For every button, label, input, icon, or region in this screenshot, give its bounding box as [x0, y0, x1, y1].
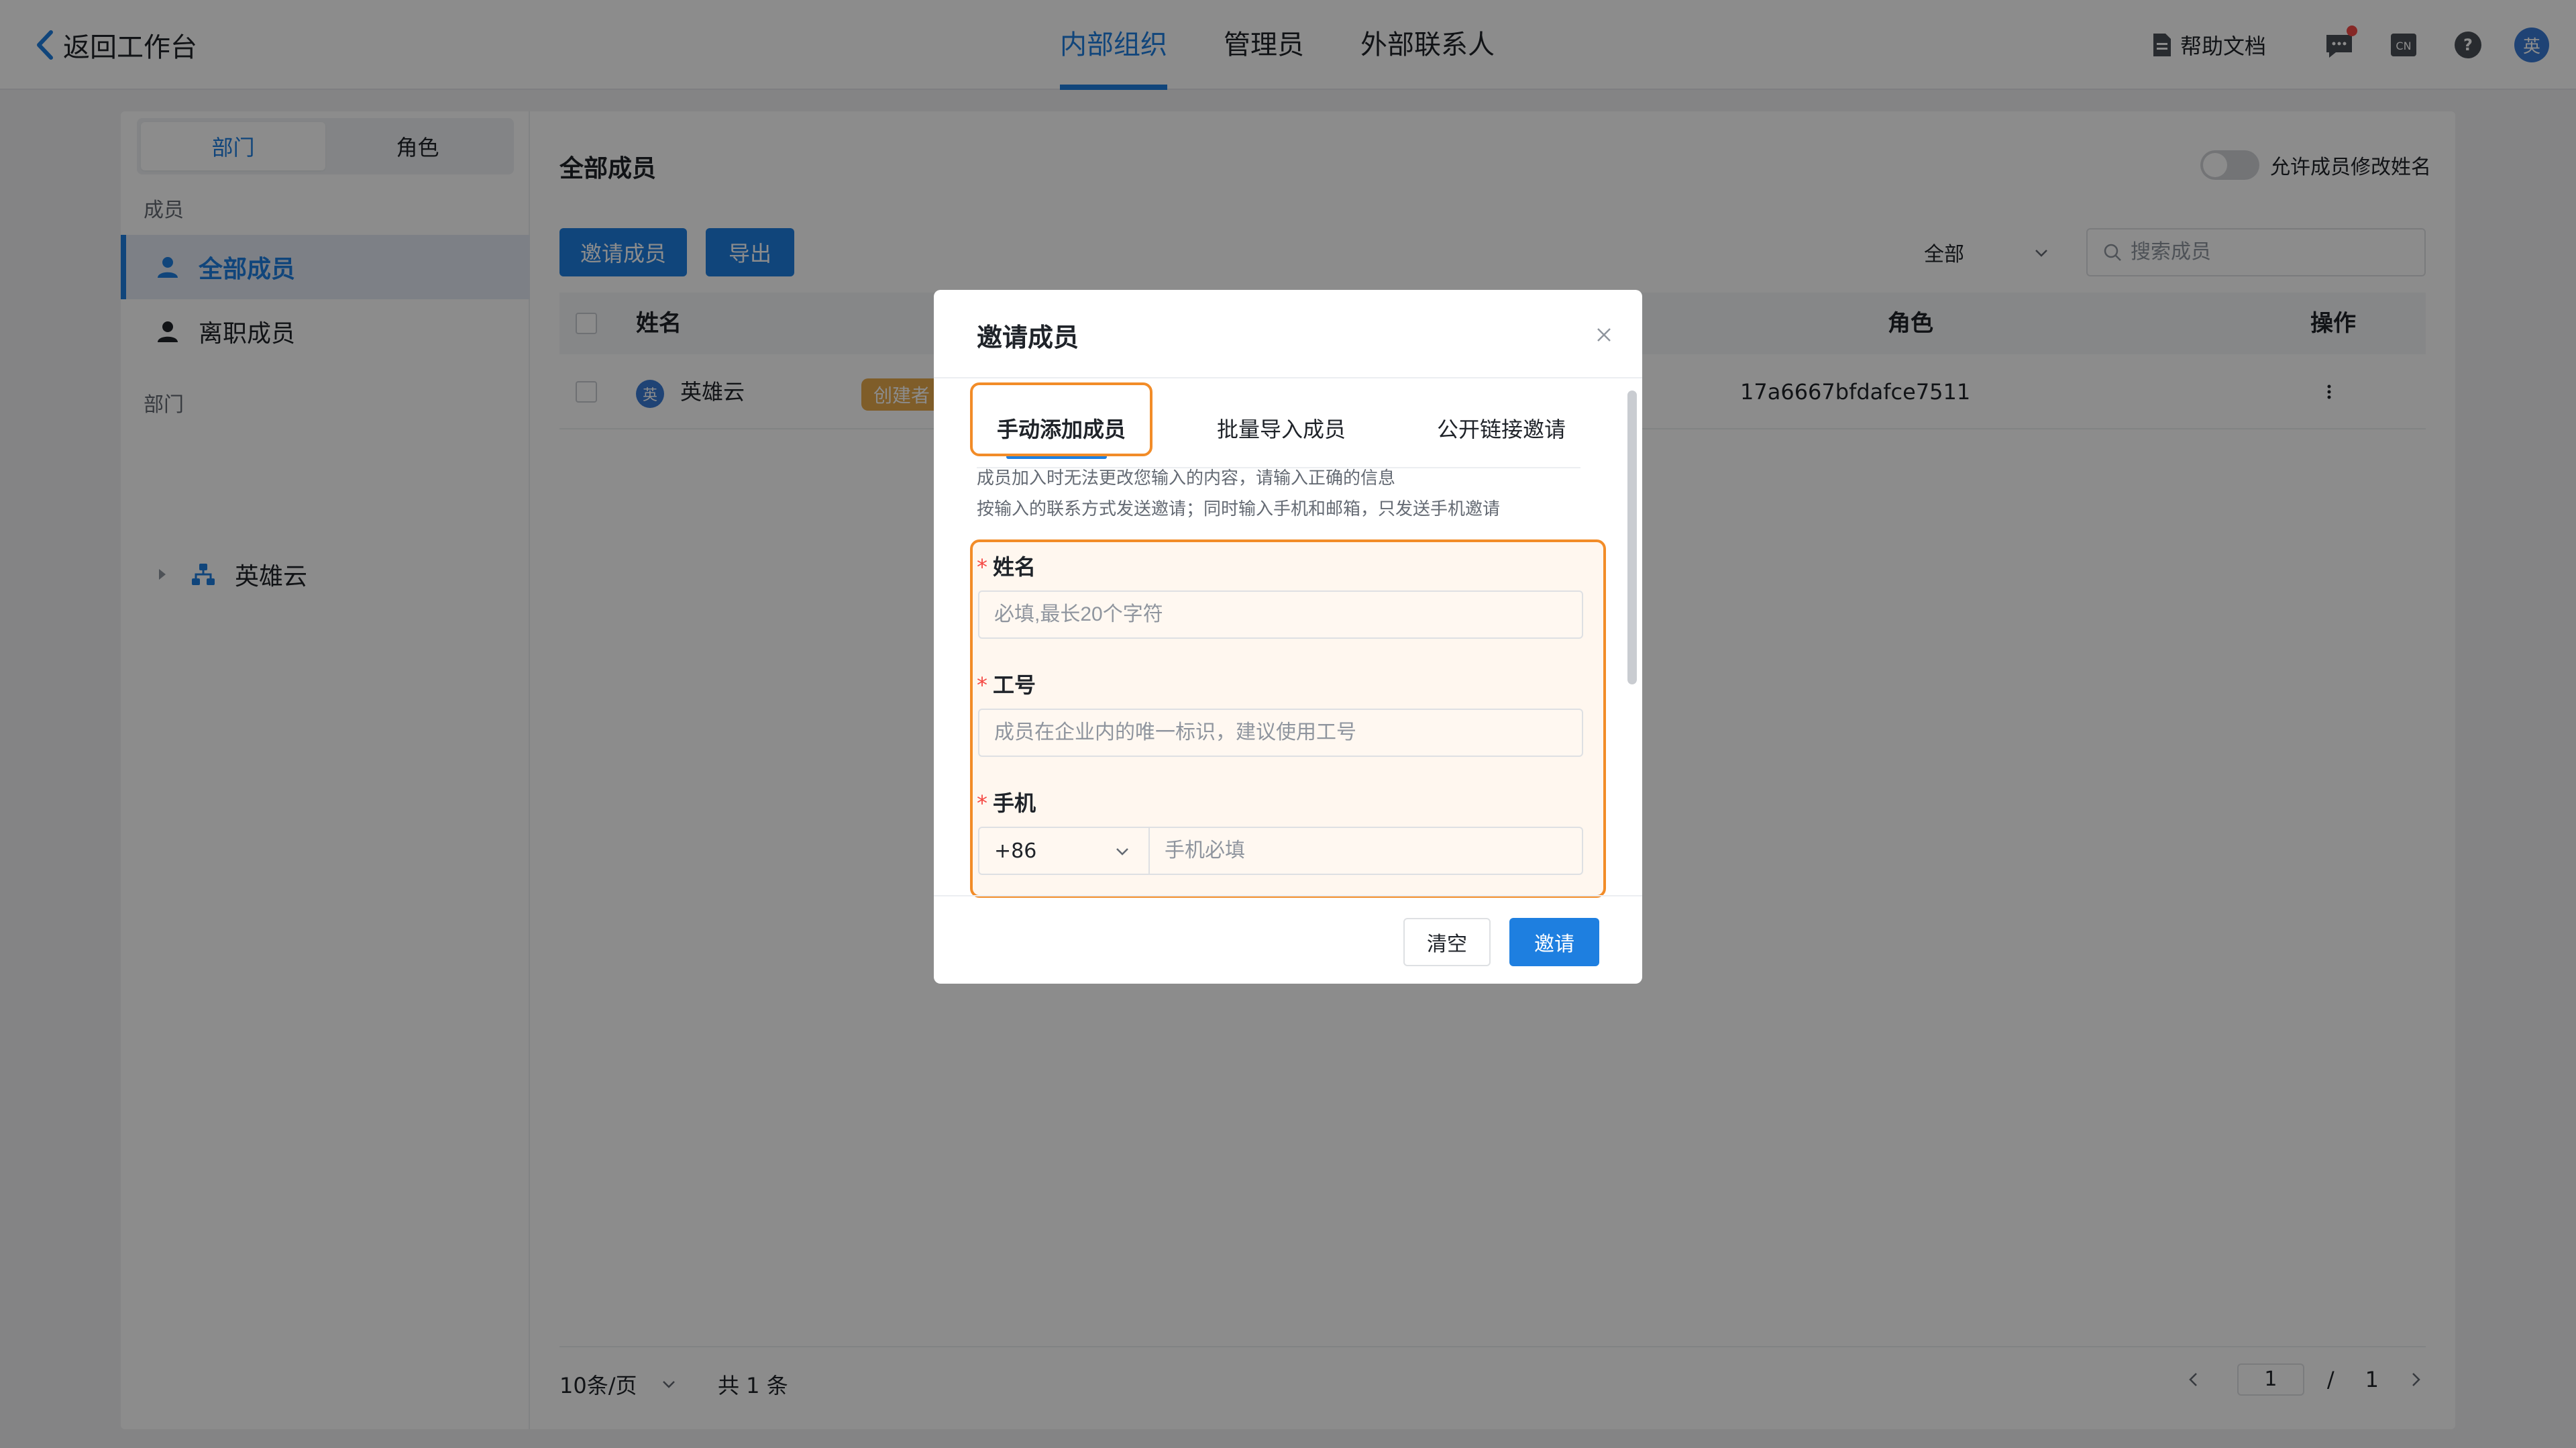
chevron-down-icon: [1116, 848, 1128, 856]
dialog-title: 邀请成员: [977, 323, 1079, 352]
phone-input[interactable]: [1150, 828, 1582, 874]
hint-line-1: 成员加入时无法更改您输入的内容，请输入正确的信息: [977, 468, 1396, 488]
employee-id-input[interactable]: [978, 709, 1583, 757]
active-tab-indicator: [1006, 455, 1107, 459]
employee-id-label-text: 工号: [993, 672, 1036, 698]
country-code-select[interactable]: +86: [979, 828, 1150, 874]
dialog-divider: [934, 377, 1642, 378]
dialog-footer-divider: [934, 895, 1642, 896]
invite-button[interactable]: 邀请: [1509, 918, 1599, 966]
required-mark: *: [977, 672, 987, 698]
hint-line-2: 按输入的联系方式发送邀请；同时输入手机和邮箱，只发送手机邀请: [977, 499, 1501, 519]
phone-field: +86: [978, 827, 1583, 875]
name-input[interactable]: [978, 590, 1583, 639]
name-field-label: * 姓名: [977, 550, 1036, 581]
close-icon[interactable]: [1593, 323, 1615, 346]
dialog-scrollbar[interactable]: [1627, 391, 1637, 684]
required-mark: *: [977, 790, 987, 816]
tab-batch-import[interactable]: 批量导入成员: [1217, 391, 1346, 468]
employee-id-field-label: * 工号: [977, 668, 1036, 699]
tab-public-link[interactable]: 公开链接邀请: [1437, 391, 1566, 468]
phone-label-text: 手机: [993, 790, 1036, 816]
phone-field-label: * 手机: [977, 786, 1036, 817]
country-code-value: +86: [994, 839, 1037, 863]
required-mark: *: [977, 554, 987, 580]
invite-member-dialog: 邀请成员 手动添加成员 批量导入成员 公开链接邀请 成员加入时无法更改您输入的内…: [934, 290, 1642, 984]
name-label-text: 姓名: [993, 554, 1036, 580]
clear-button[interactable]: 清空: [1403, 918, 1491, 966]
invite-method-tabs: 手动添加成员 批量导入成员 公开链接邀请: [977, 391, 1580, 468]
